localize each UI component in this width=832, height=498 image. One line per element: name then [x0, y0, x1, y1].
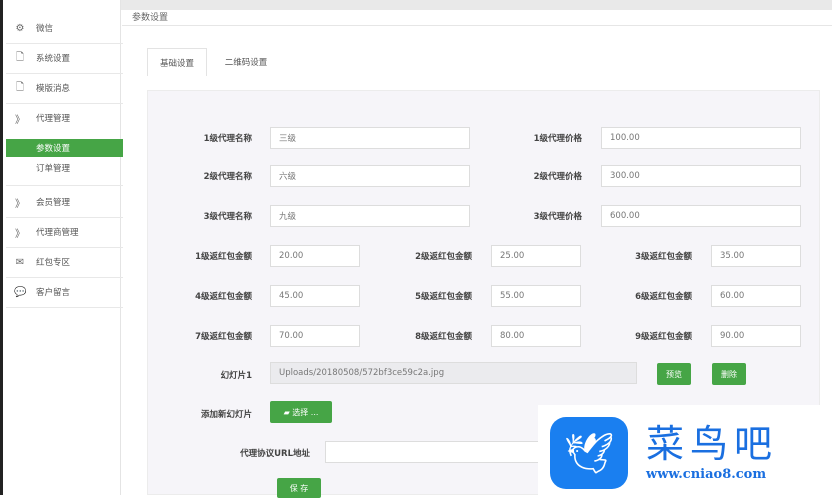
- save-button[interactable]: 保 存: [277, 478, 321, 498]
- field-label: 1级返红包金额: [195, 252, 252, 262]
- field-label: 2级返红包金额: [415, 252, 472, 262]
- file-icon: 🗋: [15, 51, 25, 63]
- redpack-amount-input[interactable]: 20.00: [270, 245, 360, 267]
- agent-name-input[interactable]: 九级: [270, 205, 470, 227]
- field-label: 幻灯片1: [220, 371, 252, 381]
- redpack-amount-input[interactable]: 45.00: [270, 285, 360, 307]
- field-label: 1级代理价格: [533, 134, 582, 144]
- rss-icon: 》: [15, 228, 25, 240]
- bird-logo-icon: 🕊: [550, 417, 628, 489]
- sidebar-sub-orders[interactable]: 订单管理: [6, 159, 123, 177]
- file-icon: 🗋: [15, 81, 25, 93]
- chat-icon: 💬: [14, 286, 27, 298]
- redpack-amount-input[interactable]: 55.00: [491, 285, 581, 307]
- watermark: 🕊 菜鸟吧 www.cniao8.com: [538, 405, 832, 495]
- agent-price-input[interactable]: 600.00: [601, 205, 801, 227]
- agent-name-input[interactable]: 六级: [270, 165, 470, 187]
- choose-file-button[interactable]: ▰ 选择 ...: [270, 401, 332, 423]
- preview-button[interactable]: 预览: [657, 363, 691, 385]
- top-bar: [0, 0, 832, 10]
- sidebar-item-messages[interactable]: 💬 客户留言: [6, 278, 123, 306]
- share-icon: ⚙: [15, 22, 25, 34]
- page-title: 参数设置: [122, 10, 832, 26]
- redpack-amount-input[interactable]: 25.00: [491, 245, 581, 267]
- field-label: 5级返红包金额: [415, 292, 472, 302]
- field-label: 6级返红包金额: [635, 292, 692, 302]
- tab-qrcode[interactable]: 二维码设置: [212, 48, 280, 76]
- rss-icon: 》: [15, 198, 25, 210]
- folder-icon: ▰: [283, 407, 293, 417]
- field-label: 添加新幻灯片: [200, 410, 252, 420]
- field-label: 7级返红包金额: [195, 332, 252, 342]
- sidebar-sub-params[interactable]: 参数设置: [6, 139, 123, 157]
- field-label: 8级返红包金额: [415, 332, 472, 342]
- delete-button[interactable]: 删除: [712, 363, 746, 385]
- field-label: 9级返红包金额: [635, 332, 692, 342]
- field-label: 2级代理名称: [203, 172, 252, 182]
- tab-basic[interactable]: 基础设置: [147, 48, 207, 76]
- field-label: 3级返红包金额: [635, 252, 692, 262]
- agent-price-input[interactable]: 100.00: [601, 127, 801, 149]
- sidebar-item-wechat[interactable]: ⚙ 微信: [6, 14, 123, 42]
- redpack-amount-input[interactable]: 60.00: [711, 285, 801, 307]
- sidebar-item-template[interactable]: 🗋 模版消息: [6, 74, 123, 102]
- rss-icon: 》: [15, 114, 25, 126]
- agent-name-input[interactable]: 三级: [270, 127, 470, 149]
- redpack-amount-input[interactable]: 35.00: [711, 245, 801, 267]
- sidebar-item-redpack[interactable]: ✉ 红包专区: [6, 248, 123, 276]
- mail-icon: ✉: [15, 256, 25, 268]
- field-label: 3级代理名称: [203, 212, 252, 222]
- redpack-amount-input[interactable]: 70.00: [270, 325, 360, 347]
- slide-path-input[interactable]: Uploads/20180508/572bf3ce59c2a.jpg: [270, 362, 637, 384]
- redpack-amount-input[interactable]: 80.00: [491, 325, 581, 347]
- sidebar: ⚙ 微信 🗋 系统设置 🗋 模版消息 》代理管理 参数设置 订单管理 》会员管理 》代…: [0, 0, 123, 495]
- field-label: 3级代理价格: [533, 212, 582, 222]
- sidebar-item-system[interactable]: 🗋 系统设置: [6, 44, 123, 72]
- redpack-amount-input[interactable]: 90.00: [711, 325, 801, 347]
- field-label: 2级代理价格: [533, 172, 582, 182]
- sidebar-item-members[interactable]: 》会员管理: [6, 188, 123, 216]
- field-label: 4级返红包金额: [195, 292, 252, 302]
- agent-price-input[interactable]: 300.00: [601, 165, 801, 187]
- sidebar-item-agents[interactable]: 》代理商管理: [6, 218, 123, 246]
- field-label: 代理协议URL地址: [240, 449, 310, 459]
- field-label: 1级代理名称: [203, 134, 252, 144]
- sidebar-item-agent[interactable]: 》代理管理: [6, 104, 123, 132]
